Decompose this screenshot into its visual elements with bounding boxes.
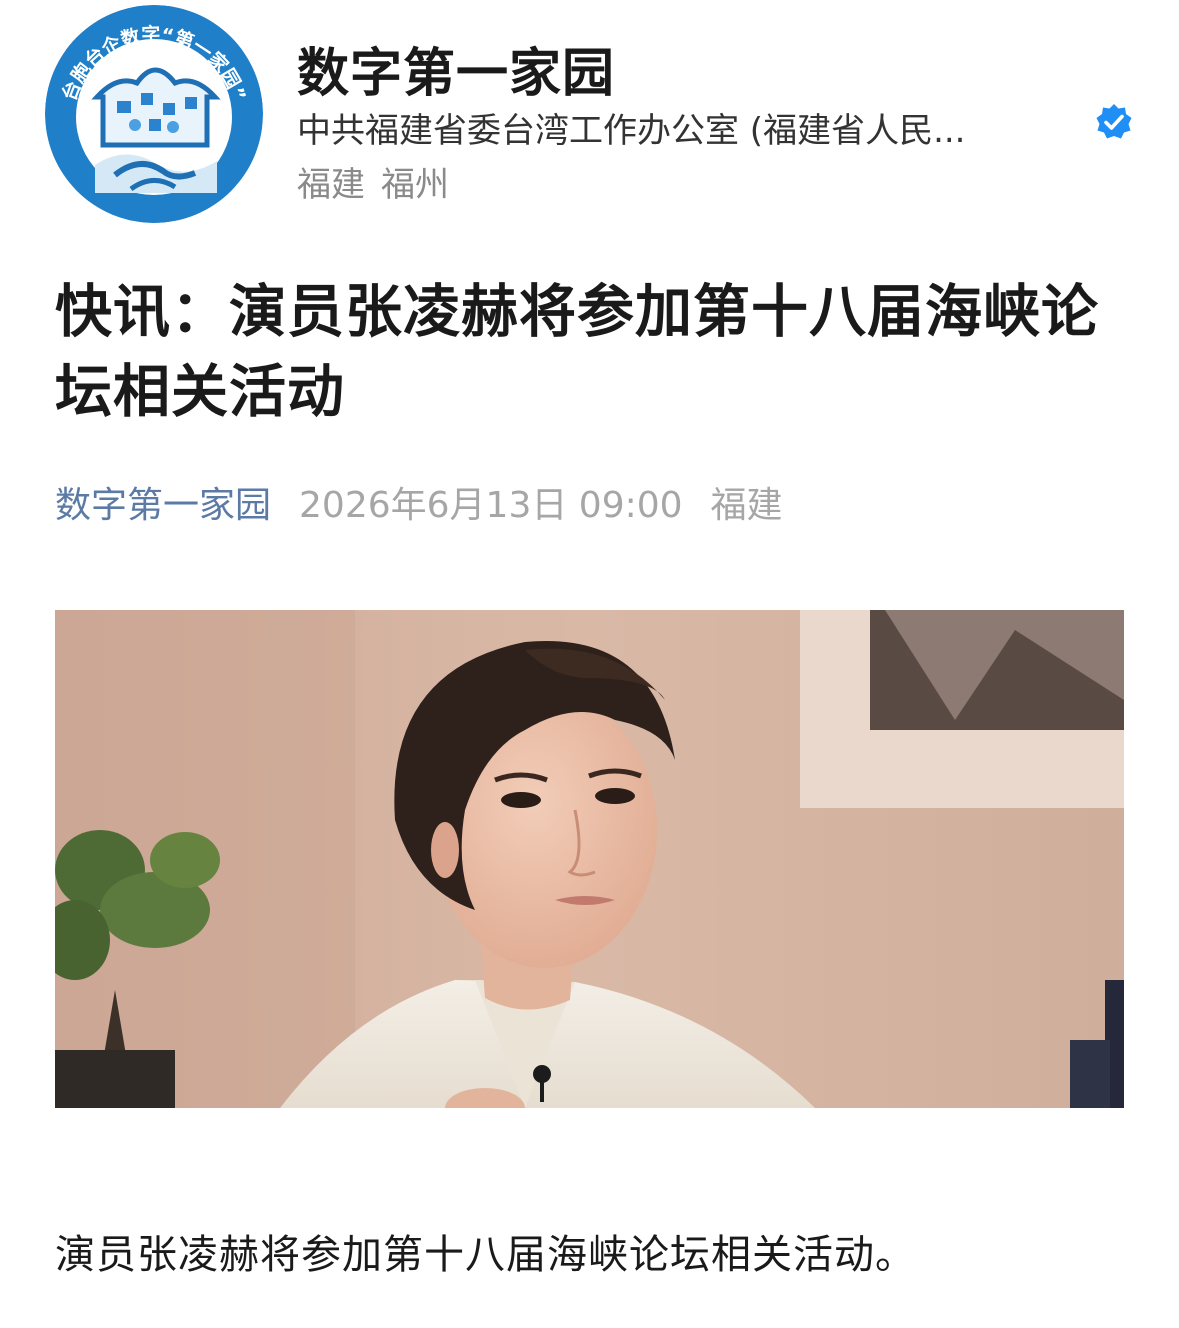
portrait-photo-image: [55, 610, 1124, 1108]
verified-badge-icon: [1095, 103, 1133, 141]
account-name[interactable]: 数字第一家园: [297, 31, 615, 106]
publish-time: 2026年6月13日 09:00: [299, 485, 683, 526]
article-title: 快讯：演员张凌赫将参加第十八届海峡论坛相关活动: [55, 279, 1099, 425]
article-meta: 数字第一家园 2026年6月13日 09:00 福建: [55, 476, 783, 528]
logo-emblem-icon: 台胞台企数字“第一家园”: [45, 5, 263, 223]
organization-name: 中共福建省委台湾工作办公室 (福建省人民...: [297, 111, 966, 151]
account-location: 福建 福州: [297, 157, 449, 206]
article-body: 演员张凌赫将参加第十八届海峡论坛相关活动。: [55, 1232, 916, 1278]
article-photo[interactable]: [55, 610, 1124, 1108]
author-link[interactable]: 数字第一家园: [55, 485, 271, 526]
location-province: 福建: [297, 165, 365, 205]
account-header: 台胞台企数字“第一家园” 数字第一家园 中共福建省委台湾工作办公室 (福建省人民…: [45, 5, 1145, 225]
publish-location: 福建: [710, 485, 783, 526]
account-avatar[interactable]: 台胞台企数字“第一家园”: [45, 5, 263, 223]
location-city: 福州: [381, 165, 449, 205]
